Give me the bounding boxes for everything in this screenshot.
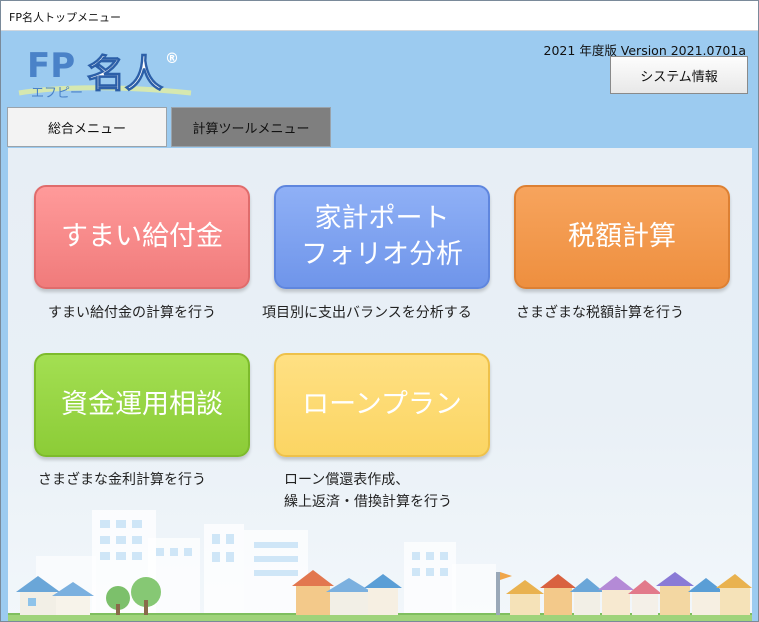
window-title: FP名人トップメニュー: [9, 11, 121, 24]
title-bar: FP名人トップメニュー: [1, 1, 758, 31]
cityscape-illustration: [8, 510, 752, 621]
sumai-kyufukin-button[interactable]: すまい給付金: [34, 185, 250, 289]
household-portfolio-description: 項目別に支出バランスを分析する: [262, 305, 472, 321]
fund-management-button[interactable]: 資金運用相談: [34, 353, 250, 457]
system-info-button[interactable]: システム情報: [610, 56, 748, 94]
tax-calculation-button[interactable]: 税額計算: [514, 185, 730, 289]
svg-text:FP: FP: [27, 46, 75, 86]
sumai-kyufukin-description: すまい給付金の計算を行う: [48, 305, 216, 321]
app-window: FP名人トップメニュー FP 名人 ® エフピー 2021 年度版 Versio…: [0, 0, 759, 622]
fund-management-description: さまざまな金利計算を行う: [38, 472, 206, 488]
svg-text:®: ®: [165, 51, 179, 67]
tax-calculation-description: さまざまな税額計算を行う: [516, 305, 684, 321]
fp-meijin-logo: FP 名人 ® エフピー: [18, 46, 192, 101]
loan-plan-button[interactable]: ローンプラン: [274, 353, 490, 457]
household-portfolio-button[interactable]: 家計ポート フォリオ分析: [274, 185, 490, 289]
client-area: FP 名人 ® エフピー 2021 年度版 Version 2021.0701a…: [1, 31, 758, 621]
svg-text:エフピー: エフピー: [31, 86, 83, 101]
menu-panel: すまい給付金 すまい給付金の計算を行う 家計ポート フォリオ分析 項目別に支出バ…: [8, 148, 752, 621]
tab-calc-tools-menu[interactable]: 計算ツールメニュー: [171, 107, 331, 147]
svg-text:名人: 名人: [87, 52, 163, 96]
tab-general-menu[interactable]: 総合メニュー: [7, 107, 167, 147]
